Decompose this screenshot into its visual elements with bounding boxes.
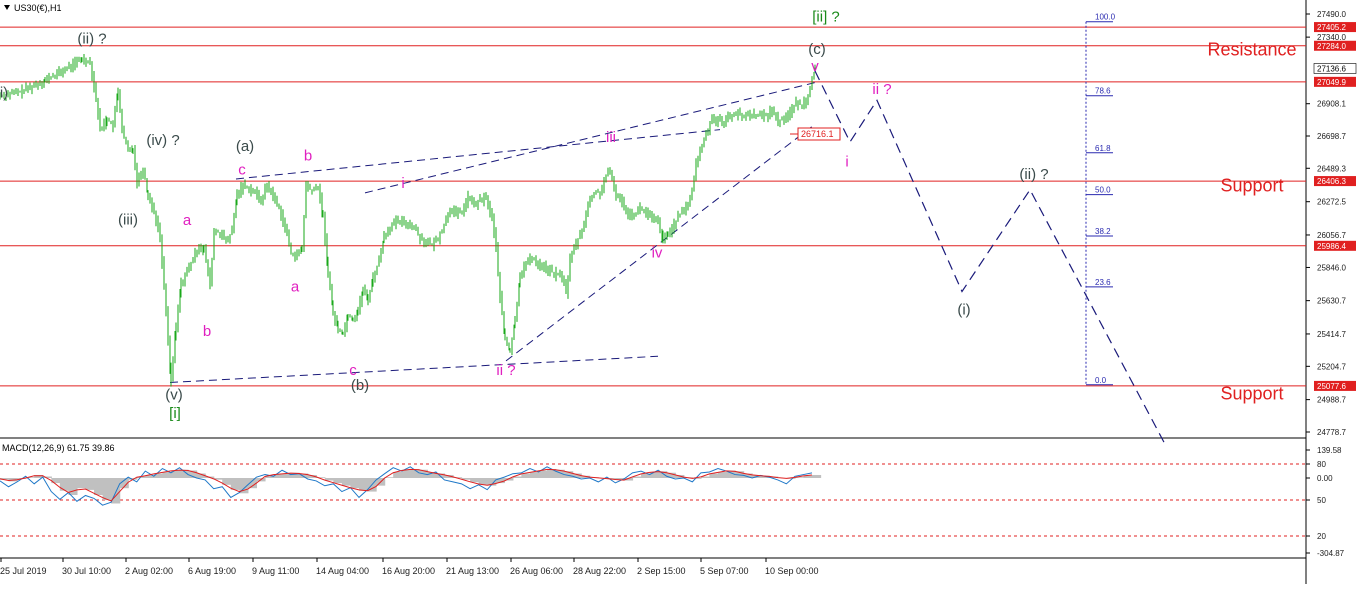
price-axis-label: 25846.0 <box>1317 263 1346 272</box>
time-axis-label: 21 Aug 13:00 <box>446 566 499 576</box>
wave-label: v <box>811 58 819 75</box>
zone-label: Resistance <box>1207 40 1296 60</box>
macd-histogram-bar <box>470 478 480 483</box>
price-axis-label: 26056.7 <box>1317 231 1346 240</box>
chart-background <box>0 0 1359 584</box>
wave-label: (ii) ? <box>77 30 106 47</box>
time-axis-label: 6 Aug 19:00 <box>188 566 236 576</box>
macd-axis-label: -304.87 <box>1317 549 1345 558</box>
macd-histogram-bar <box>76 478 87 489</box>
time-axis-label: 30 Jul 10:00 <box>62 566 111 576</box>
macd-histogram-bar <box>59 478 69 491</box>
price-axis-label: 27490.0 <box>1317 10 1346 19</box>
wave-label: [ii] ? <box>812 9 840 26</box>
macd-axis-label: 0.00 <box>1317 474 1333 483</box>
time-axis-label: 25 Jul 2019 <box>0 566 47 576</box>
current-price-label: 27136.6 <box>1317 64 1346 73</box>
macd-axis-label: 50 <box>1317 496 1326 505</box>
wave-label: i <box>401 175 404 192</box>
level-price-tag-label: 26406.3 <box>1317 177 1346 186</box>
price-axis-label: 24778.7 <box>1317 428 1346 437</box>
macd-histogram-bar <box>341 478 352 486</box>
wave-label: i) <box>0 84 8 101</box>
fib-level-label: 100.0 <box>1095 13 1116 22</box>
macd-indicator-label: MACD(12,26,9) 61.75 39.86 <box>2 443 115 453</box>
fib-level-label: 38.2 <box>1095 227 1111 236</box>
macd-histogram-bar <box>709 473 719 478</box>
chart-canvas[interactable]: 100.0 78.6 61.8 50.0 38.2 23.6 0.0 (ii) ? i) (iv… <box>0 0 1359 584</box>
wave-label: (ii) ? <box>1019 166 1048 183</box>
macd-histogram-bar <box>358 478 369 491</box>
wave-label: ii ? <box>872 81 891 98</box>
time-axis-label: 2 Sep 15:00 <box>637 566 686 576</box>
wave-label: b <box>203 323 211 340</box>
macd-histogram-bar <box>717 471 728 478</box>
macd-histogram-bar <box>51 478 61 484</box>
price-axis-label: 26489.3 <box>1317 164 1346 173</box>
wave-label: c <box>238 161 246 178</box>
fib-level-label: 61.8 <box>1095 144 1111 153</box>
macd-histogram-bar <box>350 478 360 489</box>
zone-label: Support <box>1220 175 1283 195</box>
wave-label: ii ? <box>496 362 515 379</box>
macd-histogram-bar <box>333 478 343 484</box>
level-price-tag-label: 27049.9 <box>1317 78 1346 87</box>
price-marker-label: 26716.1 <box>801 129 834 139</box>
macd-histogram-bar <box>230 478 240 490</box>
macd-histogram-bar <box>102 478 112 501</box>
macd-histogram-bar <box>649 471 659 478</box>
wave-label: (iv) ? <box>146 132 179 149</box>
macd-histogram-bar <box>812 474 822 478</box>
price-axis-label: 24988.7 <box>1317 396 1346 405</box>
macd-histogram-bar <box>153 473 163 478</box>
macd-histogram-bar <box>94 478 104 495</box>
time-axis-label: 2 Aug 02:00 <box>125 566 173 576</box>
time-axis-label: 28 Aug 22:00 <box>573 566 626 576</box>
wave-label: [i] <box>169 405 181 422</box>
macd-axis-label: 20 <box>1317 532 1326 541</box>
wave-label: iii <box>606 129 616 146</box>
price-axis-label: 26908.1 <box>1317 100 1346 109</box>
level-price-tag-label: 27284.0 <box>1317 42 1346 51</box>
macd-axis-label: 80 <box>1317 460 1326 469</box>
wave-label: a <box>291 279 300 296</box>
price-axis-label: 26272.5 <box>1317 198 1346 207</box>
time-axis-label: 10 Sep 00:00 <box>765 566 819 576</box>
price-axis-label: 25204.7 <box>1317 362 1346 371</box>
fib-level-label: 23.6 <box>1095 278 1111 287</box>
wave-label: (b) <box>351 377 369 394</box>
wave-label: (c) <box>808 41 826 58</box>
wave-label: iv <box>652 245 663 262</box>
symbol-label: US30(€),H1 <box>14 3 62 13</box>
macd-histogram-bar <box>85 478 95 490</box>
wave-label: i <box>845 154 848 171</box>
wave-label: (v) <box>165 386 183 403</box>
time-axis-label: 9 Aug 11:00 <box>252 566 299 576</box>
level-price-tag-label: 27405.2 <box>1317 23 1346 32</box>
level-price-tag-label: 25986.4 <box>1317 242 1346 251</box>
wave-label: (a) <box>236 138 254 155</box>
fib-level-label: 78.6 <box>1095 87 1111 96</box>
macd-histogram-bar <box>521 473 531 478</box>
price-axis-label: 26698.7 <box>1317 132 1346 141</box>
price-marker: 26716.1 <box>790 127 841 141</box>
wave-label: (iii) <box>118 211 138 228</box>
time-axis-label: 26 Aug 06:00 <box>510 566 563 576</box>
price-axis-label: 25630.7 <box>1317 297 1346 306</box>
level-price-tag-label: 25077.6 <box>1317 382 1346 391</box>
fib-level-label: 0.0 <box>1095 376 1107 385</box>
macd-axis-label: 139.58 <box>1317 446 1342 455</box>
price-axis-label: 25414.7 <box>1317 330 1346 339</box>
zone-label: Support <box>1220 383 1283 403</box>
time-axis-label: 5 Sep 07:00 <box>700 566 749 576</box>
wave-label: (i) <box>957 302 970 319</box>
fib-level-label: 50.0 <box>1095 186 1111 195</box>
wave-label: a <box>183 212 192 229</box>
mt4-chart-window[interactable]: 100.0 78.6 61.8 50.0 38.2 23.6 0.0 (ii) ? i) (iv… <box>0 0 1359 584</box>
wave-label: b <box>304 147 312 164</box>
time-axis-label: 14 Aug 04:00 <box>316 566 369 576</box>
macd-histogram-bar <box>529 471 540 478</box>
time-axis-label: 16 Aug 20:00 <box>382 566 435 576</box>
